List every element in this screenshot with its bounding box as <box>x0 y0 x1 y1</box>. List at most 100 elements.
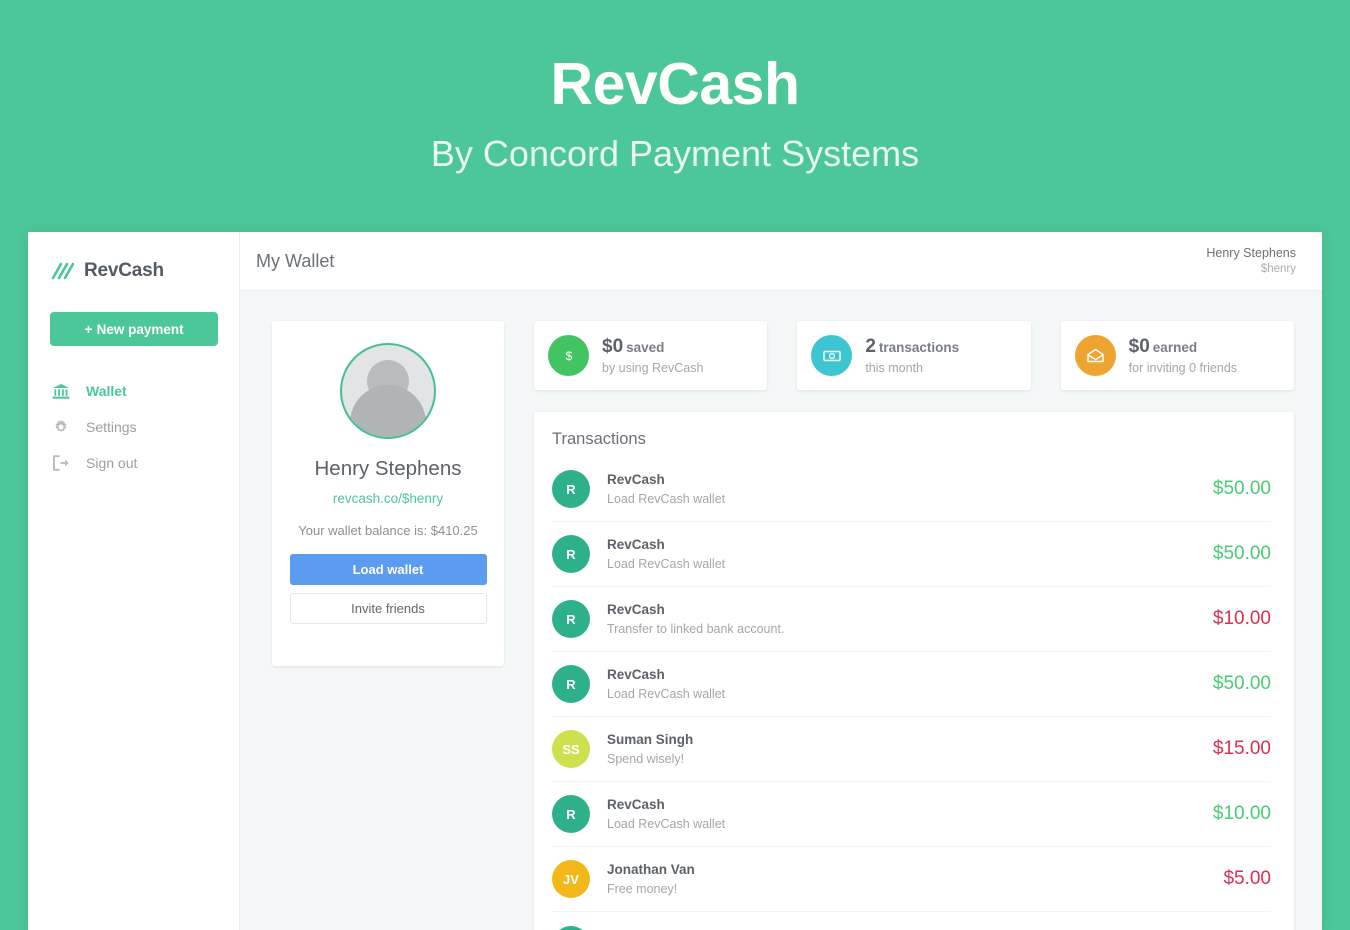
sidebar-item-settings[interactable]: Settings <box>28 409 239 445</box>
transaction-avatar: SS <box>552 730 590 768</box>
banner-title: RevCash <box>550 51 800 117</box>
transaction-amount: $10.00 <box>1212 803 1271 824</box>
user-chip[interactable]: Henry Stephens $henry <box>1206 245 1296 277</box>
transaction-row[interactable]: R RevCash Load RevCash wallet $50.00 <box>552 652 1271 717</box>
content-area: Henry Stephens revcash.co/$henry Your wa… <box>240 291 1322 930</box>
sidebar: RevCash + New payment Wallet Settings Si… <box>28 232 240 930</box>
transaction-row[interactable]: R RevCash Load RevCash wallet $50.00 <box>552 457 1271 522</box>
banner-subtitle: By Concord Payment Systems <box>430 133 920 174</box>
transaction-amount: $50.00 <box>1212 478 1271 499</box>
sidebar-item-wallet[interactable]: Wallet <box>28 373 239 409</box>
stat-card-earned: $0 earned for inviting 0 friends <box>1060 321 1294 390</box>
profile-link[interactable]: revcash.co/$henry <box>288 491 488 506</box>
stat-cards: $ $0 saved by using RevCash 2 transactio… <box>534 321 1294 390</box>
main-area: My Wallet Henry Stephens $henry Henry St… <box>240 232 1322 930</box>
stat-sub: by using RevCash <box>602 360 704 375</box>
transaction-amount: $50.00 <box>1212 673 1271 694</box>
transaction-amount: $50.00 <box>1212 543 1271 564</box>
transaction-row[interactable] <box>552 912 1271 930</box>
transaction-name: RevCash <box>607 667 665 683</box>
stat-line: 2 transactions <box>865 334 959 360</box>
transaction-note: Load RevCash wallet <box>607 816 726 831</box>
transaction-name: Suman Singh <box>607 732 694 748</box>
transaction-row[interactable]: R RevCash Load RevCash wallet $50.00 <box>552 522 1271 587</box>
sidebar-item-sign-out[interactable]: Sign out <box>28 445 239 481</box>
svg-text:$: $ <box>565 349 572 363</box>
stat-value: 2 <box>865 335 876 357</box>
plus-icon: + <box>84 321 93 337</box>
transaction-info: RevCash Load RevCash wallet <box>607 795 1213 833</box>
stat-text: 2 transactions this month <box>865 334 959 377</box>
stat-value: $0 <box>602 335 624 357</box>
transaction-name: Jonathan Van <box>607 862 695 878</box>
transactions-list: R RevCash Load RevCash wallet $50.00 R RevCas… <box>552 457 1271 930</box>
stat-unit: saved <box>626 339 665 355</box>
banknote-icon <box>811 335 853 376</box>
transaction-note: Free money! <box>607 881 678 896</box>
transaction-note: Transfer to linked bank account. <box>607 621 785 636</box>
brand: RevCash <box>28 232 239 290</box>
brand-name: RevCash <box>84 260 164 281</box>
transaction-note: Load RevCash wallet <box>607 686 726 701</box>
page-banner: RevCash By Concord Payment Systems <box>0 0 1350 230</box>
profile-name: Henry Stephens <box>314 457 462 480</box>
stat-text: $0 earned for inviting 0 friends <box>1129 334 1237 377</box>
sign-out-icon <box>50 453 72 473</box>
user-name: Henry Stephens <box>1206 246 1296 261</box>
app-window: RevCash + New payment Wallet Settings Si… <box>28 232 1322 930</box>
transaction-row[interactable]: R RevCash Load RevCash wallet $10.00 <box>552 782 1271 847</box>
stat-card-saved: $ $0 saved by using RevCash <box>534 321 768 390</box>
transaction-row[interactable]: SS Suman Singh Spend wisely! $15.00 <box>552 717 1271 782</box>
stat-sub: this month <box>865 360 923 375</box>
transaction-name: RevCash <box>607 797 665 813</box>
stat-line: $0 saved <box>602 334 703 360</box>
avatar-body <box>350 385 426 437</box>
sidebar-item-label: Wallet <box>86 383 127 399</box>
invite-friends-button[interactable]: Invite friends <box>289 593 487 624</box>
profile-card: Henry Stephens revcash.co/$henry Your wa… <box>272 321 504 666</box>
stat-unit: earned <box>1152 339 1198 355</box>
transaction-name: RevCash <box>607 537 665 553</box>
transaction-note: Load RevCash wallet <box>607 491 726 506</box>
transaction-avatar: R <box>552 795 590 833</box>
page-title: My Wallet <box>256 250 335 271</box>
stat-value: $0 <box>1128 335 1150 357</box>
right-column: $ $0 saved by using RevCash 2 transactio… <box>534 321 1294 930</box>
transaction-info: RevCash Load RevCash wallet <box>607 470 1213 508</box>
bank-icon <box>50 381 72 401</box>
transaction-avatar: R <box>552 600 590 638</box>
transaction-amount: $15.00 <box>1212 738 1271 759</box>
transaction-avatar: R <box>552 665 590 703</box>
transaction-info: Jonathan Van Free money! <box>607 860 1223 898</box>
transactions-title: Transactions <box>552 430 646 448</box>
wallet-balance-text: Your wallet balance is: $410.25 <box>298 523 478 538</box>
gear-icon <box>50 417 72 437</box>
dollar-sign-icon: $ <box>548 335 589 376</box>
stat-text: $0 saved by using RevCash <box>602 334 703 377</box>
open-envelope-icon <box>1074 335 1116 376</box>
transaction-name: RevCash <box>607 602 665 618</box>
default-user-avatar-icon <box>340 343 436 439</box>
sidebar-item-label: Settings <box>86 419 137 435</box>
transaction-note: Load RevCash wallet <box>607 556 726 571</box>
diagonal-stripes-logo-icon <box>51 262 74 280</box>
transaction-avatar <box>552 925 590 930</box>
stat-line: $0 earned <box>1129 334 1237 360</box>
transaction-info: RevCash Load RevCash wallet <box>607 665 1213 703</box>
transaction-amount: $5.00 <box>1223 868 1271 889</box>
new-payment-button[interactable]: + New payment <box>50 312 218 346</box>
transaction-amount: $10.00 <box>1212 608 1271 629</box>
user-handle: $henry <box>1260 262 1296 275</box>
transaction-info: RevCash Transfer to linked bank account. <box>607 600 1213 638</box>
transactions-card: Transactions R RevCash Load RevCash wallet… <box>534 412 1294 930</box>
stat-sub: for inviting 0 friends <box>1128 360 1238 375</box>
sidebar-item-label: Sign out <box>86 455 138 471</box>
transaction-row[interactable]: R RevCash Transfer to linked bank account.… <box>552 587 1271 652</box>
transaction-note: Spend wisely! <box>607 751 685 766</box>
transaction-info: Suman Singh Spend wisely! <box>607 730 1213 768</box>
transaction-name: RevCash <box>607 472 665 488</box>
transaction-row[interactable]: JV Jonathan Van Free money! $5.00 <box>552 847 1271 912</box>
transaction-avatar: R <box>552 535 590 573</box>
transaction-avatar: JV <box>552 860 590 898</box>
load-wallet-button[interactable]: Load wallet <box>289 554 487 585</box>
